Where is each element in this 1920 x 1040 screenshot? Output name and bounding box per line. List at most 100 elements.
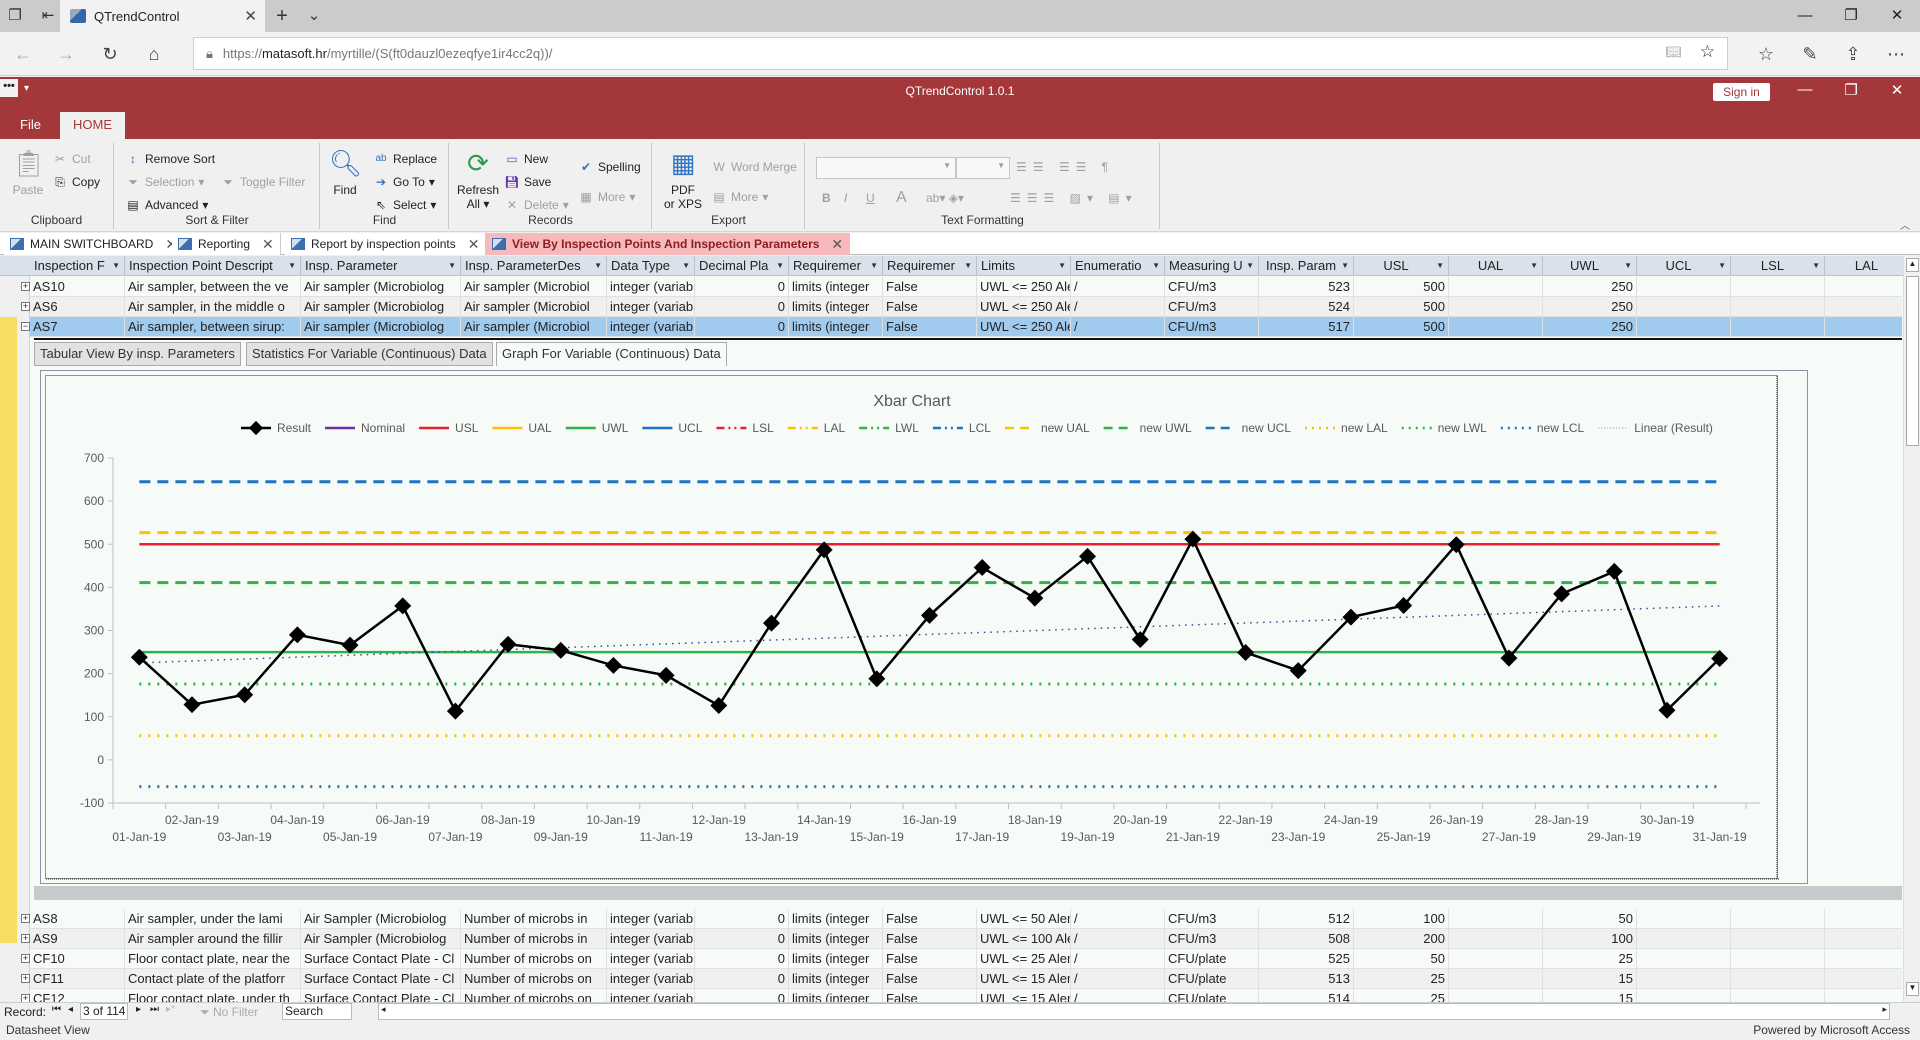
- subtab-statistics[interactable]: Statistics For Variable (Continuous) Dat…: [246, 342, 493, 366]
- table-cell[interactable]: /: [1071, 969, 1165, 989]
- table-cell[interactable]: 524: [1259, 297, 1354, 317]
- table-cell[interactable]: Air sampler (Microbiolog: [301, 297, 461, 317]
- table-cell[interactable]: False: [883, 297, 977, 317]
- subtab-graph[interactable]: Graph For Variable (Continuous) Data: [496, 342, 727, 366]
- table-cell[interactable]: Air sampler, under the lami: [125, 909, 301, 929]
- table-cell[interactable]: limits (integer: [789, 277, 883, 297]
- column-filter-dropdown-icon[interactable]: ▼: [1341, 256, 1349, 275]
- back-icon[interactable]: ←: [10, 42, 36, 66]
- expand-icon[interactable]: +: [21, 954, 30, 963]
- table-cell[interactable]: AS8 +: [21, 909, 125, 929]
- table-cell[interactable]: Air sampler (Microbiolog: [301, 317, 461, 337]
- selection-button[interactable]: ⏷ Selection ▾: [125, 174, 204, 190]
- column-header[interactable]: Requiremer ▼: [883, 256, 977, 276]
- table-cell[interactable]: Surface Contact Plate - Cl: [301, 949, 461, 969]
- doc-tab-report-by-inspection-points[interactable]: Report by inspection points ✕: [285, 233, 487, 255]
- remove-sort-button[interactable]: ↕ Remove Sort: [125, 151, 215, 167]
- new-record-nav-icon[interactable]: ▸*: [166, 1004, 175, 1015]
- table-cell[interactable]: Air sampler (Microbiol: [461, 277, 607, 297]
- vertical-scrollbar[interactable]: ▲ ▼: [1903, 256, 1920, 1001]
- tab-home[interactable]: HOME: [60, 112, 125, 139]
- table-cell[interactable]: UWL <= 250 Ale: [977, 277, 1071, 297]
- table-cell[interactable]: integer (variab: [607, 297, 695, 317]
- last-record-icon[interactable]: ⏭: [150, 1004, 159, 1015]
- table-cell[interactable]: [1637, 929, 1731, 949]
- column-filter-dropdown-icon[interactable]: ▼: [288, 256, 296, 275]
- column-header[interactable]: LSL ▼: [1731, 256, 1825, 276]
- column-filter-dropdown-icon[interactable]: ▼: [1624, 256, 1632, 275]
- column-header[interactable]: Insp. Parameter ▼: [301, 256, 461, 276]
- table-cell[interactable]: /: [1071, 317, 1165, 337]
- table-cell[interactable]: UWL <= 100 Ale: [977, 929, 1071, 949]
- table-cell[interactable]: Air sampler, in the middle o: [125, 297, 301, 317]
- table-cell[interactable]: CFU/plate: [1165, 949, 1259, 969]
- table-cell[interactable]: Number of microbs on: [461, 969, 607, 989]
- restore-icon[interactable]: ❐: [1828, 0, 1874, 32]
- column-header[interactable]: Data Type ▼: [607, 256, 695, 276]
- column-filter-dropdown-icon[interactable]: ▼: [1718, 256, 1726, 275]
- table-row[interactable]: AS7− Air sampler, between sirup: Air sampl…: [21, 317, 1919, 337]
- table-cell[interactable]: CFU/plate: [1165, 969, 1259, 989]
- doc-tab-reporting[interactable]: Reporting ✕: [172, 233, 281, 255]
- close-window-icon[interactable]: ✕: [1874, 0, 1920, 32]
- new-record-button[interactable]: ▭ New: [504, 151, 548, 167]
- more-icon[interactable]: ⋯: [1883, 42, 1909, 66]
- column-filter-dropdown-icon[interactable]: ▼: [1152, 256, 1160, 275]
- table-cell[interactable]: 0: [695, 317, 789, 337]
- refresh-icon[interactable]: ↻: [97, 42, 123, 66]
- table-cell[interactable]: 100: [1543, 929, 1637, 949]
- close-doc-tab-icon[interactable]: ✕: [262, 236, 274, 253]
- notes-icon[interactable]: ✎: [1797, 42, 1823, 66]
- column-filter-dropdown-icon[interactable]: ▼: [1058, 256, 1066, 275]
- table-cell[interactable]: [1449, 297, 1543, 317]
- table-cell[interactable]: CFU/m3: [1165, 317, 1259, 337]
- table-cell[interactable]: 513: [1259, 969, 1354, 989]
- table-cell[interactable]: [1449, 909, 1543, 929]
- table-cell[interactable]: limits (integer: [789, 929, 883, 949]
- table-cell[interactable]: 0: [695, 909, 789, 929]
- column-header[interactable]: Measuring U ▼: [1165, 256, 1259, 276]
- table-cell[interactable]: UWL <= 15 Aler: [977, 969, 1071, 989]
- column-header[interactable]: Inspection Point Descript ▼: [125, 256, 301, 276]
- scroll-thumb[interactable]: [1906, 276, 1919, 446]
- table-cell[interactable]: /: [1071, 949, 1165, 969]
- table-cell[interactable]: 517: [1259, 317, 1354, 337]
- table-cell[interactable]: Air sampler (Microbiolog: [301, 277, 461, 297]
- sign-in-button[interactable]: Sign in: [1713, 83, 1770, 101]
- table-cell[interactable]: CFU/m3: [1165, 929, 1259, 949]
- table-cell[interactable]: [1449, 949, 1543, 969]
- table-cell[interactable]: False: [883, 317, 977, 337]
- table-cell[interactable]: 100: [1354, 909, 1449, 929]
- scroll-up-icon[interactable]: ▲: [1906, 258, 1919, 272]
- table-cell[interactable]: Number of microbs on: [461, 949, 607, 969]
- column-header[interactable]: Insp. ParameterDes ▼: [461, 256, 607, 276]
- table-cell[interactable]: integer (variab: [607, 949, 695, 969]
- column-header[interactable]: USL ▼: [1354, 256, 1449, 276]
- app-minimize-icon[interactable]: —: [1782, 81, 1828, 98]
- table-cell[interactable]: [1637, 297, 1731, 317]
- new-tab-icon[interactable]: +: [272, 6, 292, 26]
- table-cell[interactable]: Surface Contact Plate - Cl: [301, 969, 461, 989]
- table-cell[interactable]: [1637, 949, 1731, 969]
- cut-button[interactable]: ✂ Cut: [52, 151, 91, 167]
- table-cell[interactable]: UWL <= 25 Aler: [977, 949, 1071, 969]
- table-cell[interactable]: 508: [1259, 929, 1354, 949]
- prev-record-icon[interactable]: ◂: [68, 1004, 73, 1015]
- table-cell[interactable]: 523: [1259, 277, 1354, 297]
- table-cell[interactable]: CF11 +: [21, 969, 125, 989]
- forward-icon[interactable]: →: [53, 42, 79, 66]
- close-doc-tab-icon[interactable]: ✕: [468, 236, 480, 253]
- column-header[interactable]: Limits ▼: [977, 256, 1071, 276]
- find-button[interactable]: 🔍︎ Find: [327, 147, 363, 197]
- column-header[interactable]: Insp. Param ▼: [1259, 256, 1354, 276]
- table-cell[interactable]: [1731, 317, 1825, 337]
- table-cell[interactable]: Air Sampler (Microbiolog: [301, 909, 461, 929]
- word-merge-button[interactable]: W Word Merge: [711, 159, 796, 175]
- export-more-button[interactable]: ▤ More ▾: [711, 189, 768, 205]
- table-cell[interactable]: False: [883, 949, 977, 969]
- tab-list-chevron-icon[interactable]: ⌄: [304, 6, 324, 26]
- set-aside-tabs-icon[interactable]: ⇤: [38, 6, 58, 26]
- table-cell[interactable]: Number of microbs in: [461, 909, 607, 929]
- home-icon[interactable]: ⌂: [141, 42, 167, 66]
- table-cell[interactable]: Air sampler, between sirup:: [125, 317, 301, 337]
